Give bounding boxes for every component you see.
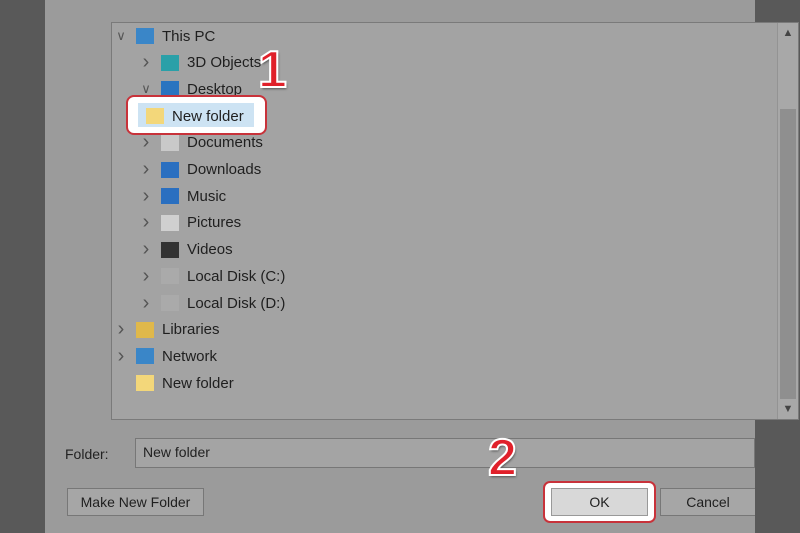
chevron-down-icon[interactable]: ∨	[114, 28, 128, 44]
ok-button[interactable]: OK	[551, 488, 648, 516]
tree-item[interactable]: › Videos	[143, 238, 233, 262]
tree-item-label: This PC	[162, 27, 216, 45]
tree-item[interactable]: › Downloads	[143, 158, 262, 182]
tree-item-label: Local Disk (D:)	[187, 294, 286, 312]
chevron-right-icon[interactable]: ›	[139, 158, 153, 181]
folder-icon	[146, 108, 164, 124]
chevron-right-icon[interactable]: ›	[139, 265, 153, 288]
cancel-button[interactable]: Cancel	[660, 488, 755, 516]
scroll-down-icon[interactable]: ▼	[778, 403, 798, 415]
tree-item[interactable]: › 3D Objects	[143, 51, 262, 75]
drive-icon	[161, 268, 179, 285]
tree-item[interactable]: › Local Disk (C:)	[143, 264, 286, 288]
chevron-right-icon[interactable]: ›	[139, 211, 153, 234]
tree-item-label: New folder	[172, 107, 244, 125]
libraries-icon	[136, 321, 154, 338]
tree-item-label: New folder	[162, 374, 234, 392]
tree-item-label: Network	[162, 347, 218, 365]
step-2-marker: 2	[487, 428, 518, 488]
tree-item[interactable]: › Local Disk (D:)	[143, 291, 286, 315]
tree-item[interactable]: New folder	[146, 104, 244, 128]
drive-icon	[161, 295, 179, 311]
scrollbar[interactable]: ▲ ▼	[777, 23, 798, 419]
folder-icon	[136, 375, 154, 392]
folder-tree: ∨ This PC › 3D Objects ∨ Desktop New folder › Do…	[111, 22, 799, 420]
3d-objects-icon	[161, 54, 179, 71]
folder-label: Folder:	[65, 446, 109, 462]
make-new-folder-button[interactable]: Make New Folder	[67, 488, 204, 516]
tree-item-label: Downloads	[187, 161, 262, 178]
videos-icon	[161, 241, 179, 258]
tree-item-label: Local Disk (C:)	[187, 267, 286, 285]
tree-item[interactable]: › Network	[118, 344, 218, 368]
tree-item[interactable]: › Libraries	[118, 318, 220, 342]
tree-item-label: Documents	[187, 134, 263, 152]
tree-item-label: Libraries	[162, 321, 220, 339]
chevron-right-icon[interactable]: ›	[139, 292, 153, 315]
tree-item-label: Pictures	[187, 214, 242, 232]
scrollbar-thumb[interactable]	[780, 109, 796, 399]
network-icon	[136, 348, 154, 365]
tree-item[interactable]: New folder	[136, 371, 234, 395]
pictures-icon	[161, 214, 179, 231]
tree-item[interactable]: › Pictures	[143, 211, 242, 235]
tree-item-label: Music	[187, 187, 227, 205]
chevron-right-icon[interactable]: ›	[114, 345, 128, 368]
folder-input[interactable]: New folder	[135, 438, 755, 468]
chevron-right-icon[interactable]: ›	[139, 238, 153, 261]
tree-item-label: Videos	[187, 241, 233, 259]
pc-icon	[136, 28, 154, 44]
tree-item[interactable]: › Music	[143, 184, 227, 208]
music-icon	[161, 188, 179, 205]
tree-item[interactable]: ∨ This PC	[116, 24, 216, 48]
scroll-up-icon[interactable]: ▲	[778, 27, 798, 39]
downloads-icon	[161, 161, 179, 178]
chevron-right-icon[interactable]: ›	[139, 51, 153, 74]
chevron-right-icon[interactable]: ›	[114, 318, 128, 341]
chevron-right-icon[interactable]: ›	[139, 185, 153, 208]
step-1-marker: 1	[257, 40, 288, 100]
tree-item-label: 3D Objects	[187, 54, 262, 72]
documents-icon	[161, 134, 179, 151]
browse-folder-dialog: ∨ This PC › 3D Objects ∨ Desktop New folder › Do…	[45, 0, 799, 533]
